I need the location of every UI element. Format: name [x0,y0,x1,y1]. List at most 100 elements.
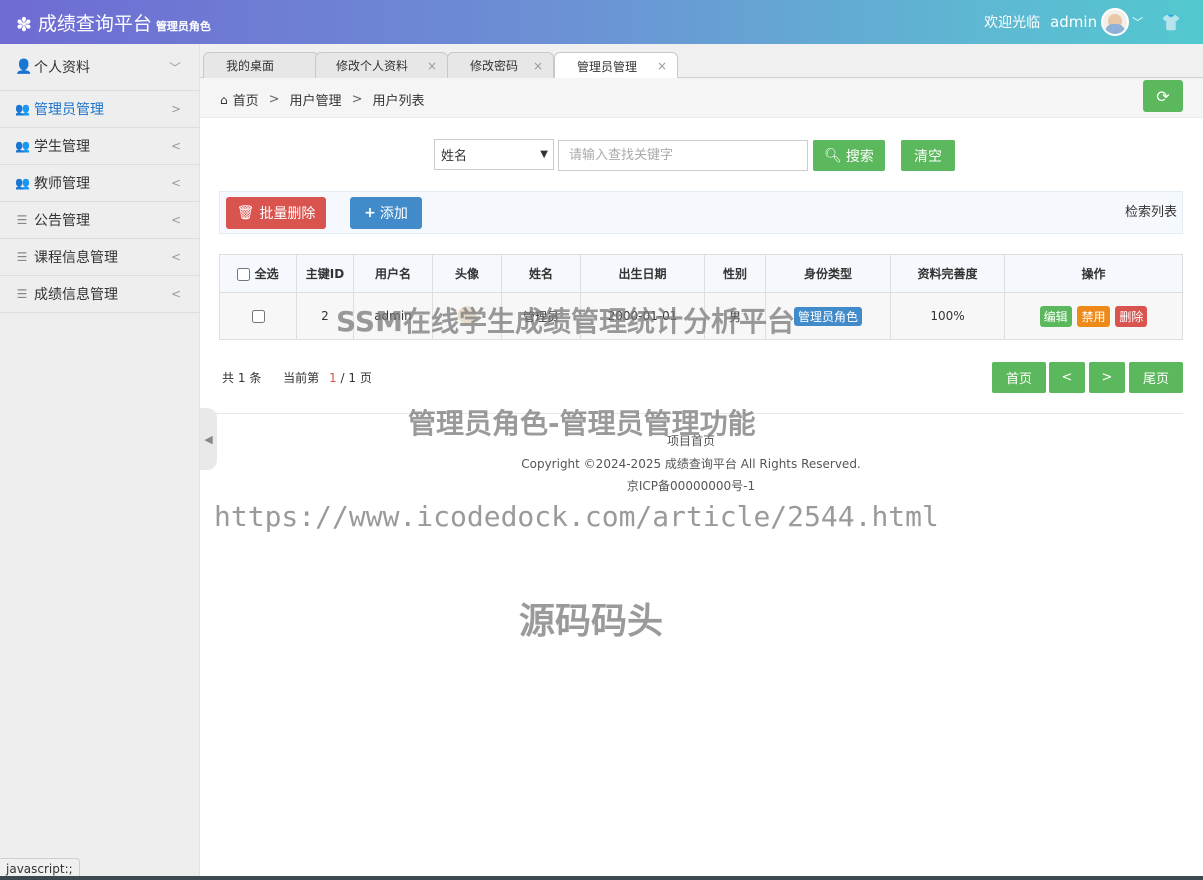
chevron-left-icon: < [170,139,181,153]
footer-copyright: Copyright ©2024-2025 成绩查询平台 All Rights R… [521,457,861,471]
chevron-down-icon[interactable]: ﹀ [1132,14,1143,30]
pager-info: 共 1 条 当前第 1 / 1 页 [222,369,372,386]
collapse-left-icon: ◀ [204,432,213,446]
tab-label: 修改密码 [470,59,519,73]
add-button-label: 添加 [379,206,408,222]
shirt-icon[interactable]: 👕 [1161,13,1181,32]
select-all-checkbox[interactable] [237,268,251,281]
col-select-all[interactable]: 全选 [219,254,297,293]
close-icon[interactable]: × [427,59,437,73]
plus-icon: + [364,205,376,221]
breadcrumb: ⌂ 首页 > 用户管理 > 用户列表 [220,90,424,109]
sidebar-item-label: 管理员管理 [34,102,104,118]
header-user-area: 欢迎光临 admin ﹀ 👕 [984,0,1203,44]
breadcrumb-separator: > [268,92,280,107]
app-title: 成绩查询平台 [37,13,152,35]
col-username: 用户名 [353,254,433,293]
col-actions: 操作 [1004,254,1183,293]
pager-slash: / [340,371,345,385]
footer-divider [200,413,1183,414]
breadcrumb-bar: ⌂ 首页 > 用户管理 > 用户列表 ⟳ [200,78,1203,118]
role-badge: 管理员角色 [793,306,862,326]
sidebar-item-profile[interactable]: 👤 个人资料 ﹀ [0,44,199,91]
cell-actions: 编辑 禁用 删除 [1004,292,1183,340]
tab-change-password[interactable]: 修改密码 × [447,52,554,78]
col-gender: 性别 [704,254,766,293]
pager-total: 1 [237,371,246,385]
edit-button[interactable]: 编辑 [1039,305,1072,327]
prev-page-button[interactable]: < [1049,362,1085,393]
taskbar-strip [0,876,1203,880]
sidebar-item-label: 个人资料 [34,60,90,76]
sidebar: 👤 个人资料 ﹀ 👥 管理员管理 > 👥 学生管理 < 👥 教师管理 < ☰ 公… [0,44,200,880]
clear-button[interactable]: 清空 [901,140,955,171]
col-role: 身份类型 [765,254,891,293]
search-field-select[interactable]: 姓名 ▼ [434,139,554,170]
user-table: 全选 主键ID 用户名 头像 姓名 出生日期 性别 身份类型 资料完善度 操作 … [219,254,1183,340]
col-completeness: 资料完善度 [890,254,1005,293]
add-button[interactable]: + 添加 [350,197,422,229]
sidebar-item-grades[interactable]: ☰ 成绩信息管理 < [0,276,199,313]
watermark-url: https://www.icodedock.com/article/2544.h… [214,500,939,533]
user-icon: 👤 [15,59,33,75]
brand[interactable]: ✽ 成绩查询平台 管理员角色 [16,9,211,36]
search-input[interactable] [558,140,808,171]
pager-pages: 1 [348,371,356,385]
next-page-button[interactable]: > [1089,362,1125,393]
table-row: 2 admin 管理员 2000-01-01 男 管理员角色 100% 编辑 禁… [219,292,1183,340]
chevron-left-icon: < [170,250,181,264]
batch-delete-button[interactable]: 🗑︎ 批量删除 [226,197,326,229]
pager-current-prefix: 当前第 [283,371,320,385]
username[interactable]: admin [1050,13,1097,31]
sidebar-item-courses[interactable]: ☰ 课程信息管理 < [0,239,199,276]
pager-total-prefix: 共 [222,371,235,385]
sidebar-item-teachers[interactable]: 👥 教师管理 < [0,165,199,202]
list-icon: ☰ [16,250,28,264]
last-page-button[interactable]: 尾页 [1129,362,1183,393]
delete-button[interactable]: 删除 [1115,305,1148,327]
close-icon[interactable]: × [657,59,667,73]
avatar[interactable] [1101,8,1130,36]
breadcrumb-level1[interactable]: 用户管理 [290,90,342,109]
col-name: 姓名 [501,254,581,293]
tab-desktop[interactable]: 我的桌面 [203,52,319,78]
sidebar-item-notices[interactable]: ☰ 公告管理 < [0,202,199,239]
sidebar-item-admin[interactable]: 👥 管理员管理 > [0,91,199,128]
gear-icon: ✽ [16,14,32,36]
sidebar-item-label: 成绩信息管理 [34,287,118,303]
cell-username: admin [353,292,433,340]
users-icon: 👥 [15,176,30,190]
pager-current-suffix: 页 [359,371,372,385]
footer-icp[interactable]: 京ICP备00000000号-1 [591,477,791,494]
home-icon: ⌂ [220,92,228,107]
refresh-button[interactable]: ⟳ [1143,80,1183,112]
search-button[interactable]: 🔍︎ 搜索 [813,140,885,171]
tab-label: 修改个人资料 [336,59,409,73]
pager-total-suffix: 条 [249,371,262,385]
cell-name: 管理员 [501,292,581,340]
close-icon[interactable]: × [533,59,543,73]
chevron-down-icon: ▼ [540,149,548,160]
sidebar-collapse-handle[interactable]: ◀ [200,408,217,470]
sidebar-item-students[interactable]: 👥 学生管理 < [0,128,199,165]
tab-admin-manage[interactable]: 管理员管理 × [554,52,678,79]
welcome-text: 欢迎光临 [984,15,1041,31]
footer-home-link[interactable]: 项目首页 [591,432,791,449]
users-icon: 👥 [15,102,30,116]
tab-edit-profile[interactable]: 修改个人资料 × [315,52,448,78]
first-page-button[interactable]: 首页 [992,362,1046,393]
search-field-value: 姓名 [441,149,468,164]
action-toolbar: 🗑︎ 批量删除 + 添加 检索列表 [219,191,1183,234]
cell-avatar [432,292,502,340]
trash-icon: 🗑︎ [236,205,255,221]
users-icon: 👥 [15,139,30,153]
clear-button-label: 清空 [914,148,942,165]
sidebar-item-label: 教师管理 [34,176,90,192]
disable-button[interactable]: 禁用 [1077,305,1110,327]
sidebar-item-label: 学生管理 [34,139,90,155]
breadcrumb-home[interactable]: 首页 [233,90,259,109]
chevron-right-icon: > [170,102,181,116]
sidebar-item-label: 公告管理 [34,213,90,229]
row-checkbox[interactable] [251,310,265,323]
breadcrumb-separator: > [351,92,363,107]
